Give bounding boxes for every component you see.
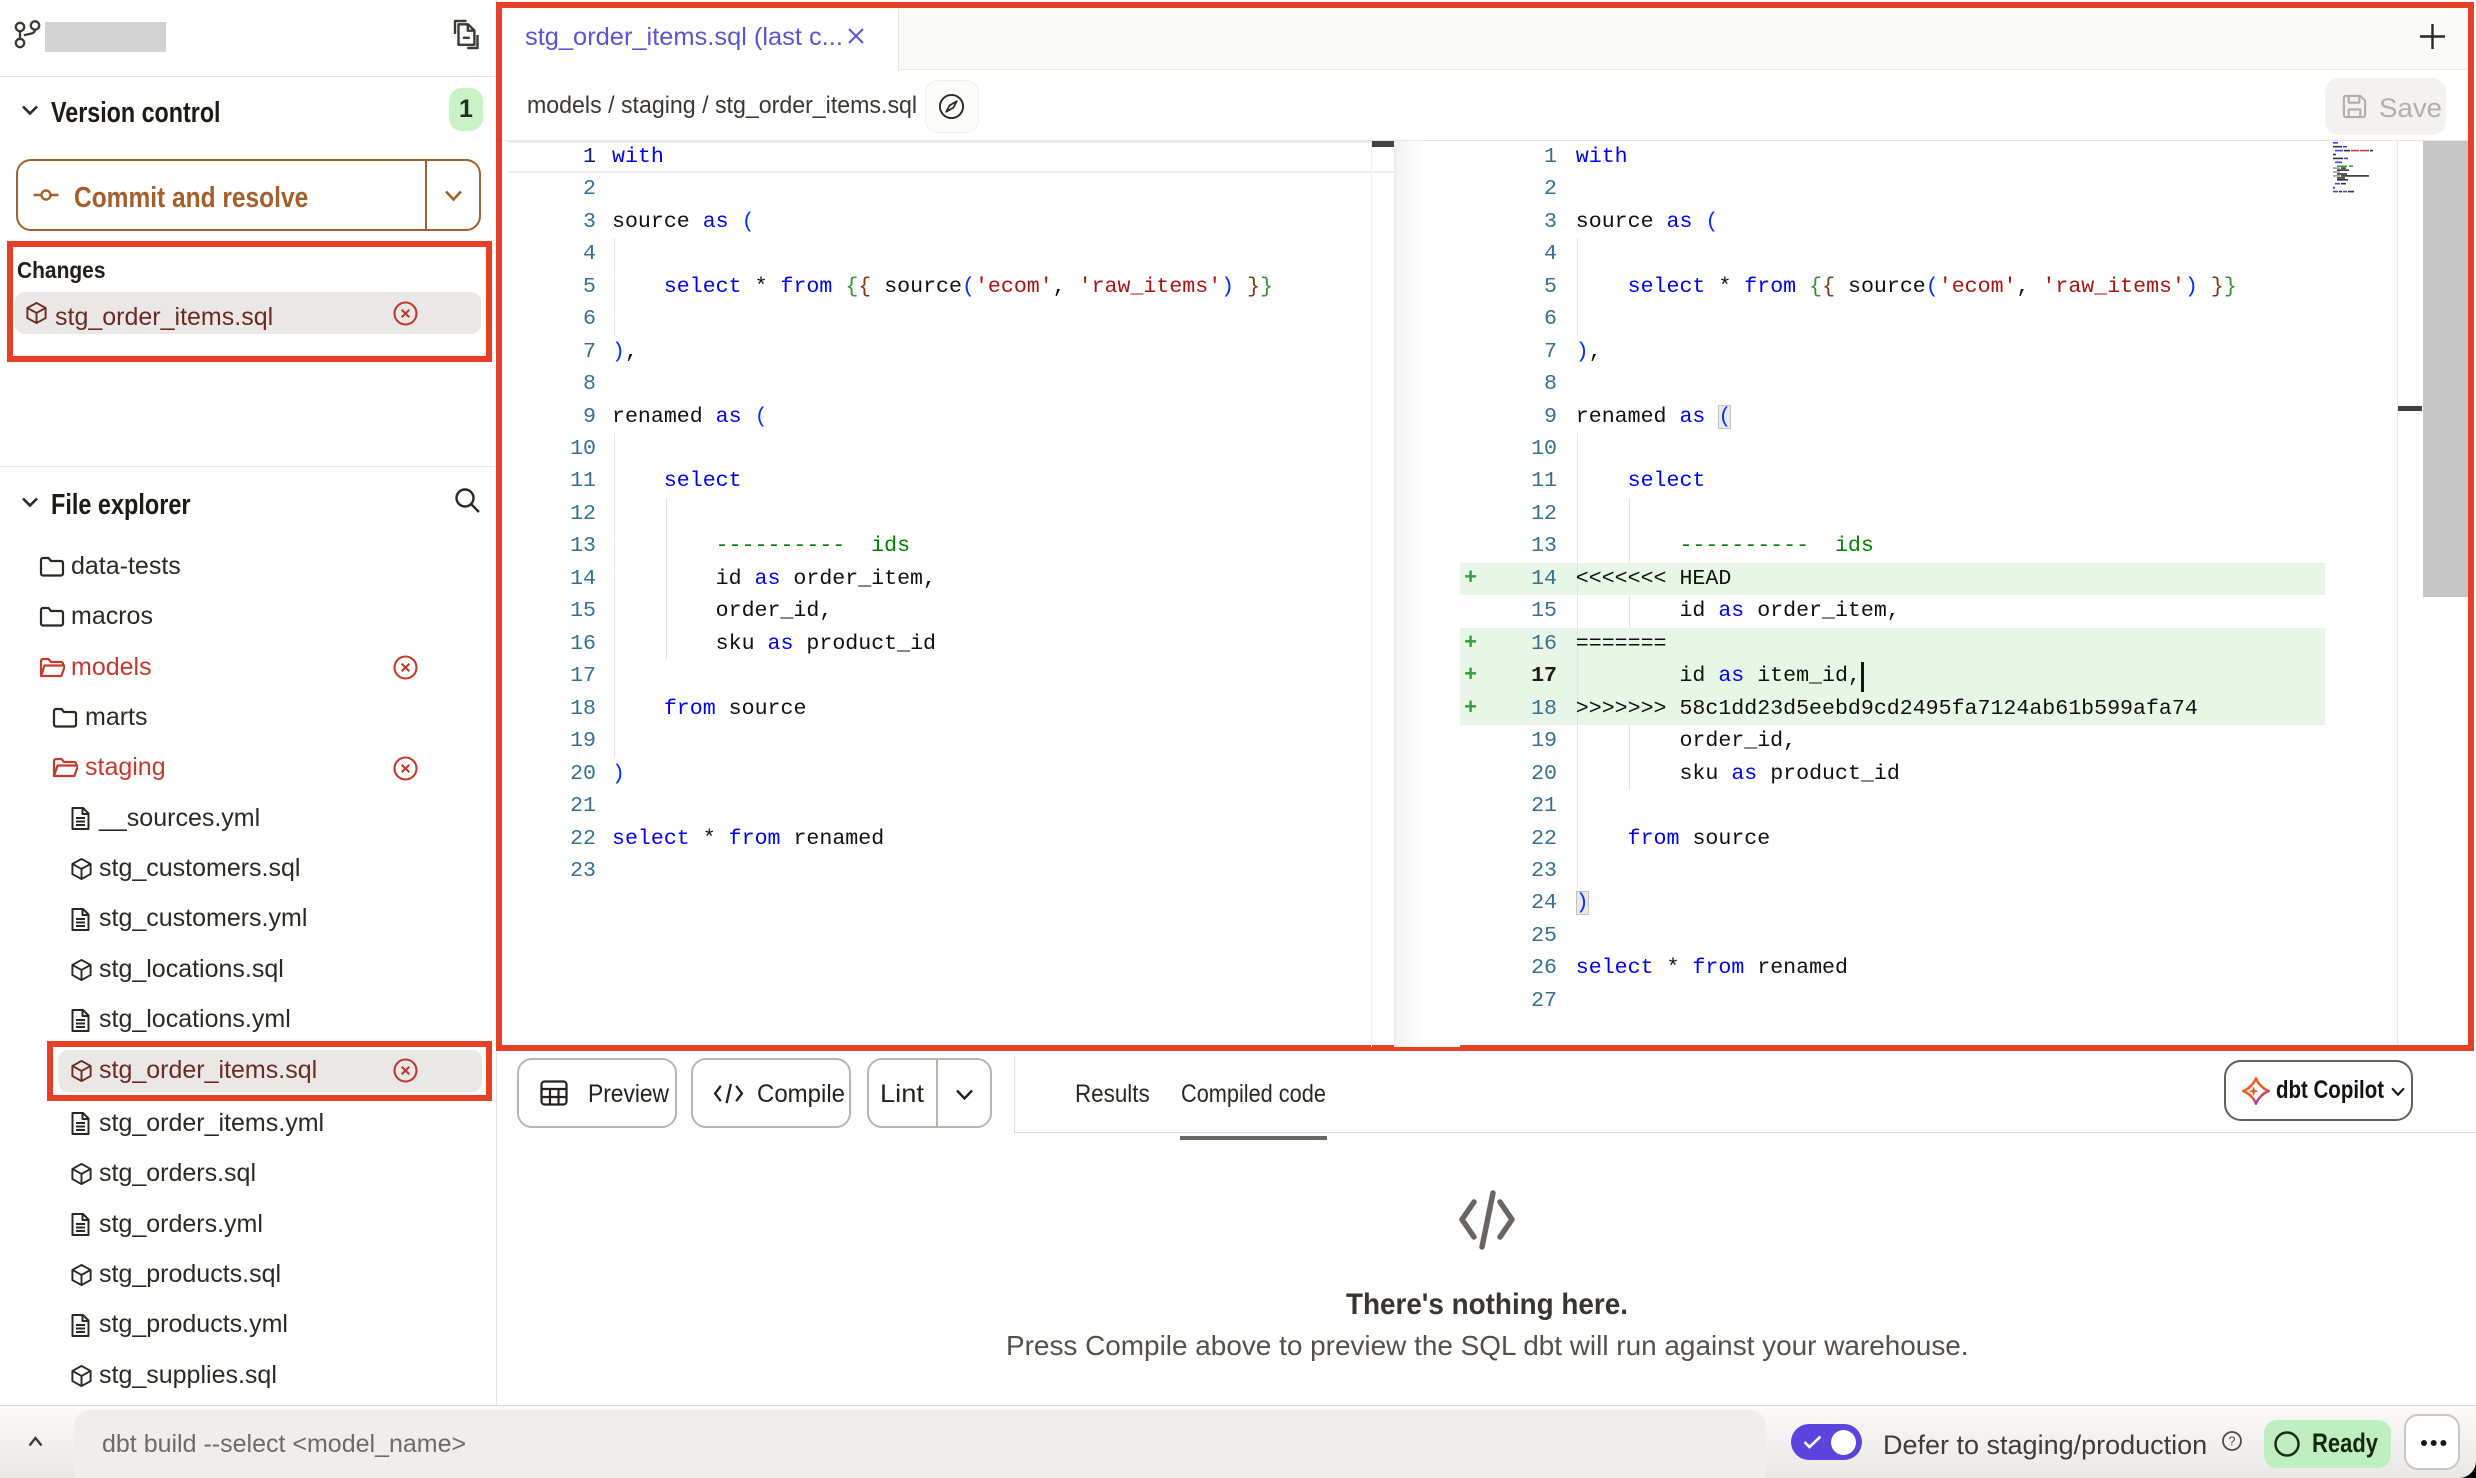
svg-text:?: ? xyxy=(2229,1435,2236,1449)
